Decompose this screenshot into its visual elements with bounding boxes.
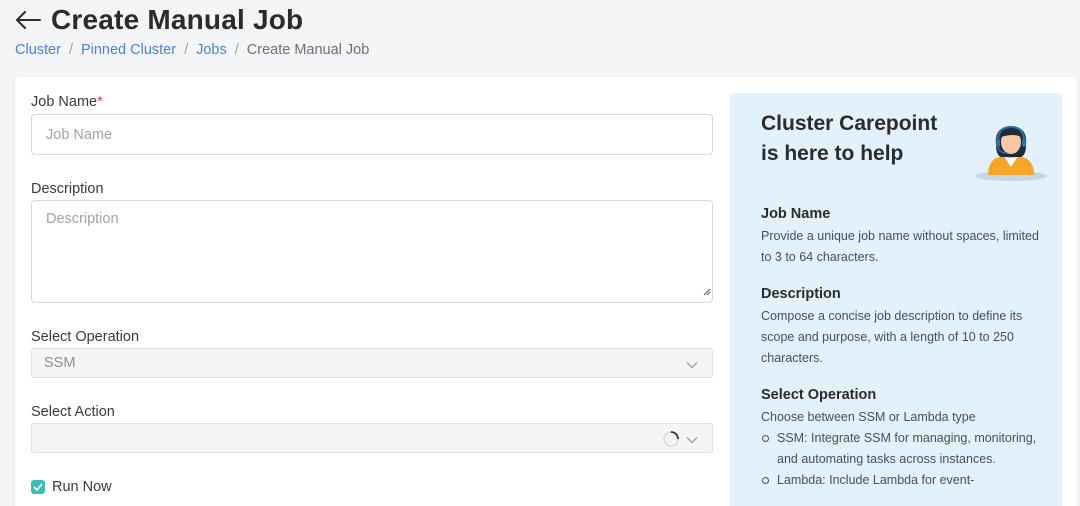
page-header: Create Manual Job Cluster / Pinned Clust… bbox=[15, 2, 369, 58]
chevron-down-icon bbox=[686, 432, 698, 448]
resize-grip-icon[interactable] bbox=[703, 283, 711, 301]
help-heading: Job Name bbox=[761, 206, 831, 222]
arrow-left-icon[interactable] bbox=[15, 8, 43, 32]
run-now-row: Run Now bbox=[31, 479, 112, 495]
action-label: Select Action bbox=[31, 404, 115, 420]
breadcrumb-current: Create Manual Job bbox=[246, 42, 370, 58]
help-bullet-item: Lambda: Include Lambda for event- bbox=[761, 470, 1051, 491]
help-bullet-item: SSM: Integrate SSM for managing, monitor… bbox=[761, 428, 1051, 470]
help-heading: Description bbox=[761, 286, 841, 302]
help-bullet-list: SSM: Integrate SSM for managing, monitor… bbox=[761, 428, 1051, 491]
help-panel: Cluster Carepoint is here to help Job Na… bbox=[730, 93, 1062, 506]
help-title: Cluster Carepoint is here to help bbox=[761, 112, 938, 165]
job-name-label-text: Job Name bbox=[31, 94, 98, 110]
help-section-select-operation: Select Operation Choose between SSM or L… bbox=[761, 387, 1051, 491]
required-mark: * bbox=[97, 94, 103, 110]
breadcrumb-separator: / bbox=[184, 42, 189, 58]
operation-selected-value: SSM bbox=[44, 355, 76, 371]
page-title: Create Manual Job bbox=[51, 4, 304, 35]
form-card: Job Name* Description Select Operation S… bbox=[15, 77, 1077, 506]
help-section-job-name: Job Name Provide a unique job name witho… bbox=[761, 206, 1051, 268]
help-section-description: Description Compose a concise job descri… bbox=[761, 286, 1051, 369]
description-wrapper bbox=[31, 200, 713, 303]
operation-label: Select Operation bbox=[31, 329, 140, 345]
breadcrumb-cluster[interactable]: Cluster bbox=[15, 42, 61, 58]
title-row: Create Manual Job bbox=[15, 2, 369, 38]
breadcrumb-separator: / bbox=[234, 42, 239, 58]
help-text: Provide a unique job name without spaces… bbox=[761, 229, 1039, 264]
description-label: Description bbox=[31, 181, 104, 197]
run-now-label: Run Now bbox=[52, 479, 112, 495]
description-textarea[interactable] bbox=[31, 200, 713, 303]
help-heading: Select Operation bbox=[761, 387, 877, 403]
help-text: Choose between SSM or Lambda type bbox=[761, 410, 976, 424]
breadcrumb: Cluster / Pinned Cluster / Jobs / Create… bbox=[15, 42, 369, 58]
job-name-input[interactable] bbox=[31, 114, 713, 155]
chevron-down-icon bbox=[686, 357, 698, 373]
breadcrumb-jobs[interactable]: Jobs bbox=[196, 42, 227, 58]
action-select[interactable] bbox=[31, 423, 713, 453]
run-now-checkbox[interactable] bbox=[31, 480, 45, 494]
breadcrumb-pinned-cluster[interactable]: Pinned Cluster bbox=[81, 42, 176, 58]
support-agent-icon bbox=[974, 123, 1048, 188]
breadcrumb-separator: / bbox=[68, 42, 73, 58]
help-text: Compose a concise job description to def… bbox=[761, 309, 1023, 365]
loading-spinner-icon bbox=[662, 430, 680, 452]
operation-select[interactable]: SSM bbox=[31, 348, 713, 378]
job-name-label: Job Name* bbox=[31, 94, 103, 110]
